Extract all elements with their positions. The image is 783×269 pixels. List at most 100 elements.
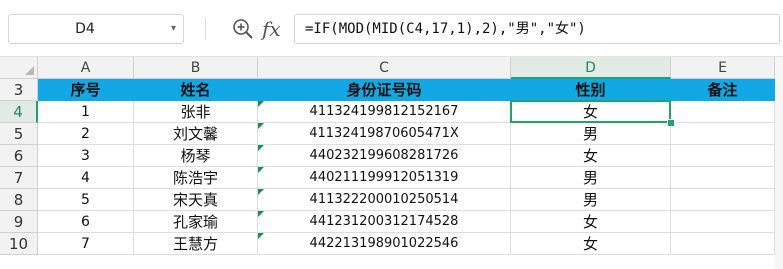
cell-a4[interactable]: 1 (38, 101, 134, 123)
cell-text: 6 (81, 214, 90, 230)
cell-d8[interactable]: 男 (511, 189, 671, 211)
header-cell-a[interactable]: 序号 (38, 79, 134, 101)
cell-text: 备注 (707, 81, 738, 99)
row-header-4[interactable]: 4 (0, 101, 38, 123)
column-header-b[interactable]: B (134, 57, 258, 79)
cell-text: 序号 (70, 81, 101, 99)
column-header-d[interactable]: D (511, 57, 671, 79)
cell-a5[interactable]: 2 (38, 123, 134, 145)
cell-e5[interactable] (671, 123, 775, 145)
cell-text: 男 (582, 191, 598, 209)
text-number-warning-icon[interactable] (258, 189, 264, 195)
cell-text: 41132419870605471X (309, 126, 459, 141)
text-number-warning-icon[interactable] (258, 101, 264, 107)
cell-text: 身份证号码 (346, 81, 422, 99)
cell-a7[interactable]: 4 (38, 167, 134, 189)
cell-d7[interactable]: 男 (511, 167, 671, 189)
text-number-warning-icon[interactable] (258, 123, 264, 129)
cell-text: 女 (582, 147, 598, 165)
fill-handle[interactable] (667, 119, 675, 127)
cell-text: 孔家瑜 (172, 213, 218, 231)
fx-icon[interactable]: fx (262, 15, 281, 43)
cell-a8[interactable]: 5 (38, 189, 134, 211)
cell-c9[interactable]: 441231200312174528 (258, 211, 511, 233)
cell-text: 刘文馨 (172, 125, 218, 143)
row-header-10[interactable]: 10 (0, 233, 38, 255)
row-header-3[interactable]: 3 (0, 79, 38, 101)
name-box[interactable]: D4 ▾ (8, 14, 184, 44)
cell-e4[interactable] (671, 101, 775, 123)
cell-e7[interactable] (671, 167, 775, 189)
cell-text: 女 (582, 103, 598, 121)
cell-text: 王慧方 (172, 235, 218, 253)
cell-b4[interactable]: 张非 (134, 101, 258, 123)
column-header-c[interactable]: C (258, 57, 511, 79)
cell-text: 2 (81, 126, 90, 142)
cell-d6[interactable]: 女 (511, 145, 671, 167)
cell-text: 440211199912051319 (309, 170, 459, 185)
cell-text: 7 (81, 236, 90, 252)
column-header-e[interactable]: E (671, 57, 775, 79)
cell-text: 性别 (575, 81, 606, 99)
cell-text: 411322200010250514 (309, 192, 459, 207)
formula-input[interactable]: =IF(MOD(MID(C4,17,1),2),"男","女") (294, 14, 780, 44)
cell-e8[interactable] (671, 189, 775, 211)
cell-b8[interactable]: 宋天真 (134, 189, 258, 211)
cell-text: 宋天真 (172, 191, 218, 209)
header-cell-d[interactable]: 性别 (511, 79, 671, 101)
cell-text: 411324199812152167 (309, 104, 459, 119)
spreadsheet-grid[interactable]: A B C D E 3 序号 姓名 身份证号码 性别 备注 4 1 张非 41132419981215216… (0, 57, 783, 269)
cell-text: 男 (582, 169, 598, 187)
select-all-corner[interactable] (0, 57, 38, 79)
column-header-a[interactable]: A (38, 57, 134, 79)
cell-a6[interactable]: 3 (38, 145, 134, 167)
cell-b10[interactable]: 王慧方 (134, 233, 258, 255)
cell-d5[interactable]: 男 (511, 123, 671, 145)
cell-text: 442213198901022546 (309, 236, 459, 251)
cell-d4[interactable]: 女 (511, 101, 671, 123)
text-number-warning-icon[interactable] (258, 145, 264, 151)
header-cell-b[interactable]: 姓名 (134, 79, 258, 101)
cell-e9[interactable] (671, 211, 775, 233)
row-header-6[interactable]: 6 (0, 145, 38, 167)
cell-b9[interactable]: 孔家瑜 (134, 211, 258, 233)
text-number-warning-icon[interactable] (258, 233, 264, 239)
select-all-triangle-icon (25, 66, 34, 75)
cell-c10[interactable]: 442213198901022546 (258, 233, 511, 255)
magnifier-zoom-icon[interactable] (232, 18, 254, 40)
row-header-9[interactable]: 9 (0, 211, 38, 233)
cell-e6[interactable] (671, 145, 775, 167)
row-header-5[interactable]: 5 (0, 123, 38, 145)
cell-b7[interactable]: 陈浩宇 (134, 167, 258, 189)
text-number-warning-icon[interactable] (258, 211, 264, 217)
row-header-8[interactable]: 8 (0, 189, 38, 211)
text-number-warning-icon[interactable] (258, 167, 264, 173)
cell-a10[interactable]: 7 (38, 233, 134, 255)
cell-text: 5 (81, 192, 90, 208)
row-header-7[interactable]: 7 (0, 167, 38, 189)
formula-text: =IF(MOD(MID(C4,17,1),2),"男","女") (305, 21, 586, 37)
cell-c8[interactable]: 411322200010250514 (258, 189, 511, 211)
cell-text: 4 (81, 170, 90, 186)
cell-c4[interactable]: 411324199812152167 (258, 101, 511, 123)
cell-text: 女 (582, 235, 598, 253)
chevron-down-icon[interactable]: ▾ (171, 15, 176, 43)
vertical-scrollbar[interactable] (775, 57, 783, 269)
formula-bar-separator (205, 18, 206, 40)
cell-text: 3 (81, 148, 90, 164)
cell-text: 张非 (180, 103, 211, 121)
name-box-value: D4 (75, 21, 95, 37)
cell-c5[interactable]: 41132419870605471X (258, 123, 511, 145)
cell-d10[interactable]: 女 (511, 233, 671, 255)
cell-b6[interactable]: 杨琴 (134, 145, 258, 167)
cell-e10[interactable] (671, 233, 775, 255)
header-cell-e[interactable]: 备注 (671, 79, 775, 101)
cell-a9[interactable]: 6 (38, 211, 134, 233)
cell-d9[interactable]: 女 (511, 211, 671, 233)
cell-c6[interactable]: 440232199608281726 (258, 145, 511, 167)
header-cell-c[interactable]: 身份证号码 (258, 79, 511, 101)
cell-text: 女 (582, 213, 598, 231)
cell-text: 陈浩宇 (172, 169, 218, 187)
cell-c7[interactable]: 440211199912051319 (258, 167, 511, 189)
cell-b5[interactable]: 刘文馨 (134, 123, 258, 145)
